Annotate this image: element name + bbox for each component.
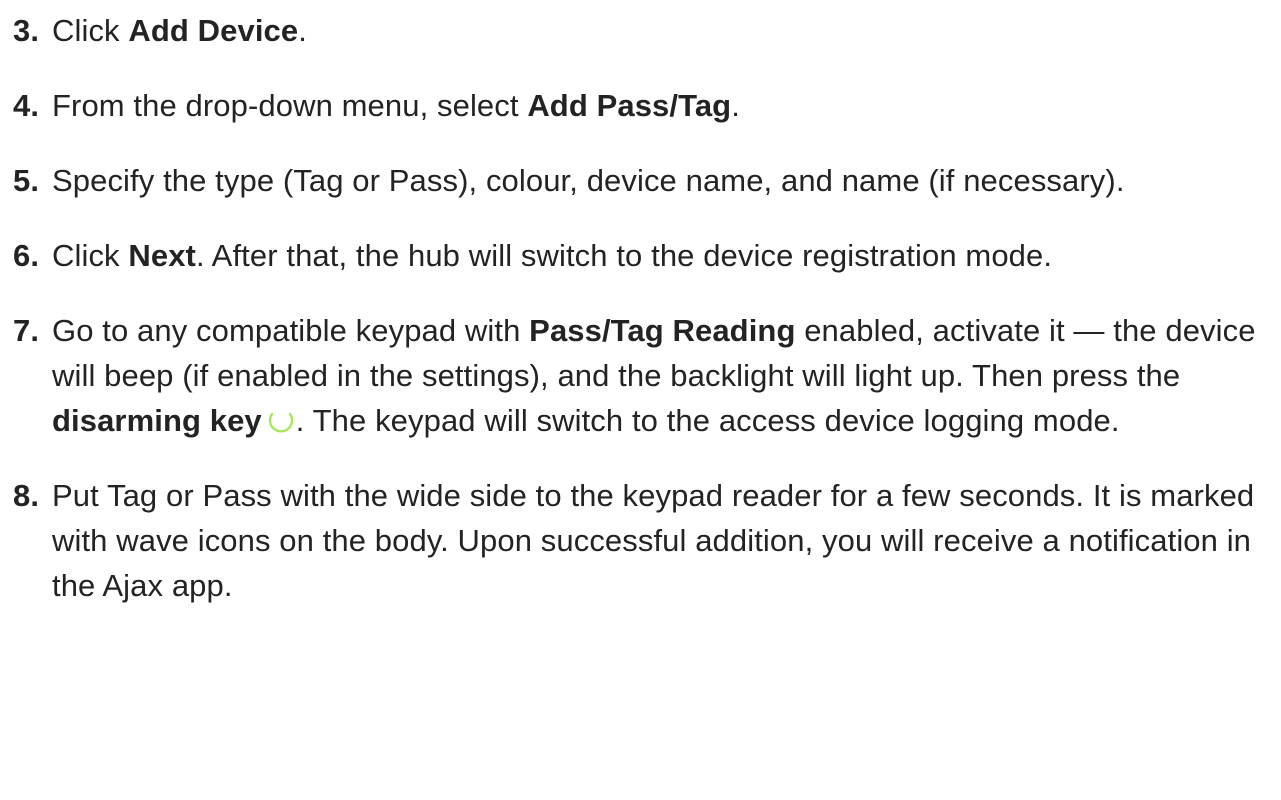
step-text: Put Tag or Pass with the wide side to th… — [52, 478, 1255, 603]
step-text: From the drop-down menu, select — [52, 88, 528, 123]
step-text: Specify the type (Tag or Pass), colour, … — [52, 163, 1125, 198]
step-bold-term: Next — [128, 238, 196, 273]
step-number: 6. — [13, 238, 40, 273]
step-text: Click — [52, 13, 129, 48]
step-bold-term: Add Device — [128, 13, 299, 48]
step-text: . — [731, 88, 740, 123]
step-bold-term: Pass/Tag Reading — [529, 313, 796, 348]
step-number: 4. — [13, 88, 40, 123]
step-number: 8. — [13, 478, 40, 513]
step-8: 8. Put Tag or Pass with the wide side to… — [13, 473, 1275, 608]
step-number: 7. — [13, 313, 40, 348]
step-number: 3. — [13, 13, 40, 48]
step-text: . — [298, 13, 307, 48]
step-text: Go to any compatible keypad with — [52, 313, 530, 348]
step-text: . After that, the hub will switch to the… — [195, 238, 1053, 273]
step-bold-term: Add Pass/Tag — [527, 88, 732, 123]
step-6: 6. Click Next. After that, the hub will … — [13, 233, 1275, 278]
step-3: 3. Click Add Device. — [13, 8, 1275, 53]
step-text: . The keypad will switch to the access d… — [295, 403, 1120, 438]
step-7: 7. Go to any compatible keypad with Pass… — [13, 308, 1275, 443]
disarm-circle-icon — [266, 406, 296, 436]
step-4: 4. From the drop-down menu, select Add P… — [13, 83, 1275, 128]
step-text: Click — [52, 238, 129, 273]
step-5: 5. Specify the type (Tag or Pass), colou… — [13, 158, 1275, 203]
step-bold-term: disarming key — [52, 403, 262, 438]
instruction-steps: 3. Click Add Device. 4. From the drop-do… — [13, 0, 1275, 638]
step-number: 5. — [13, 163, 40, 198]
